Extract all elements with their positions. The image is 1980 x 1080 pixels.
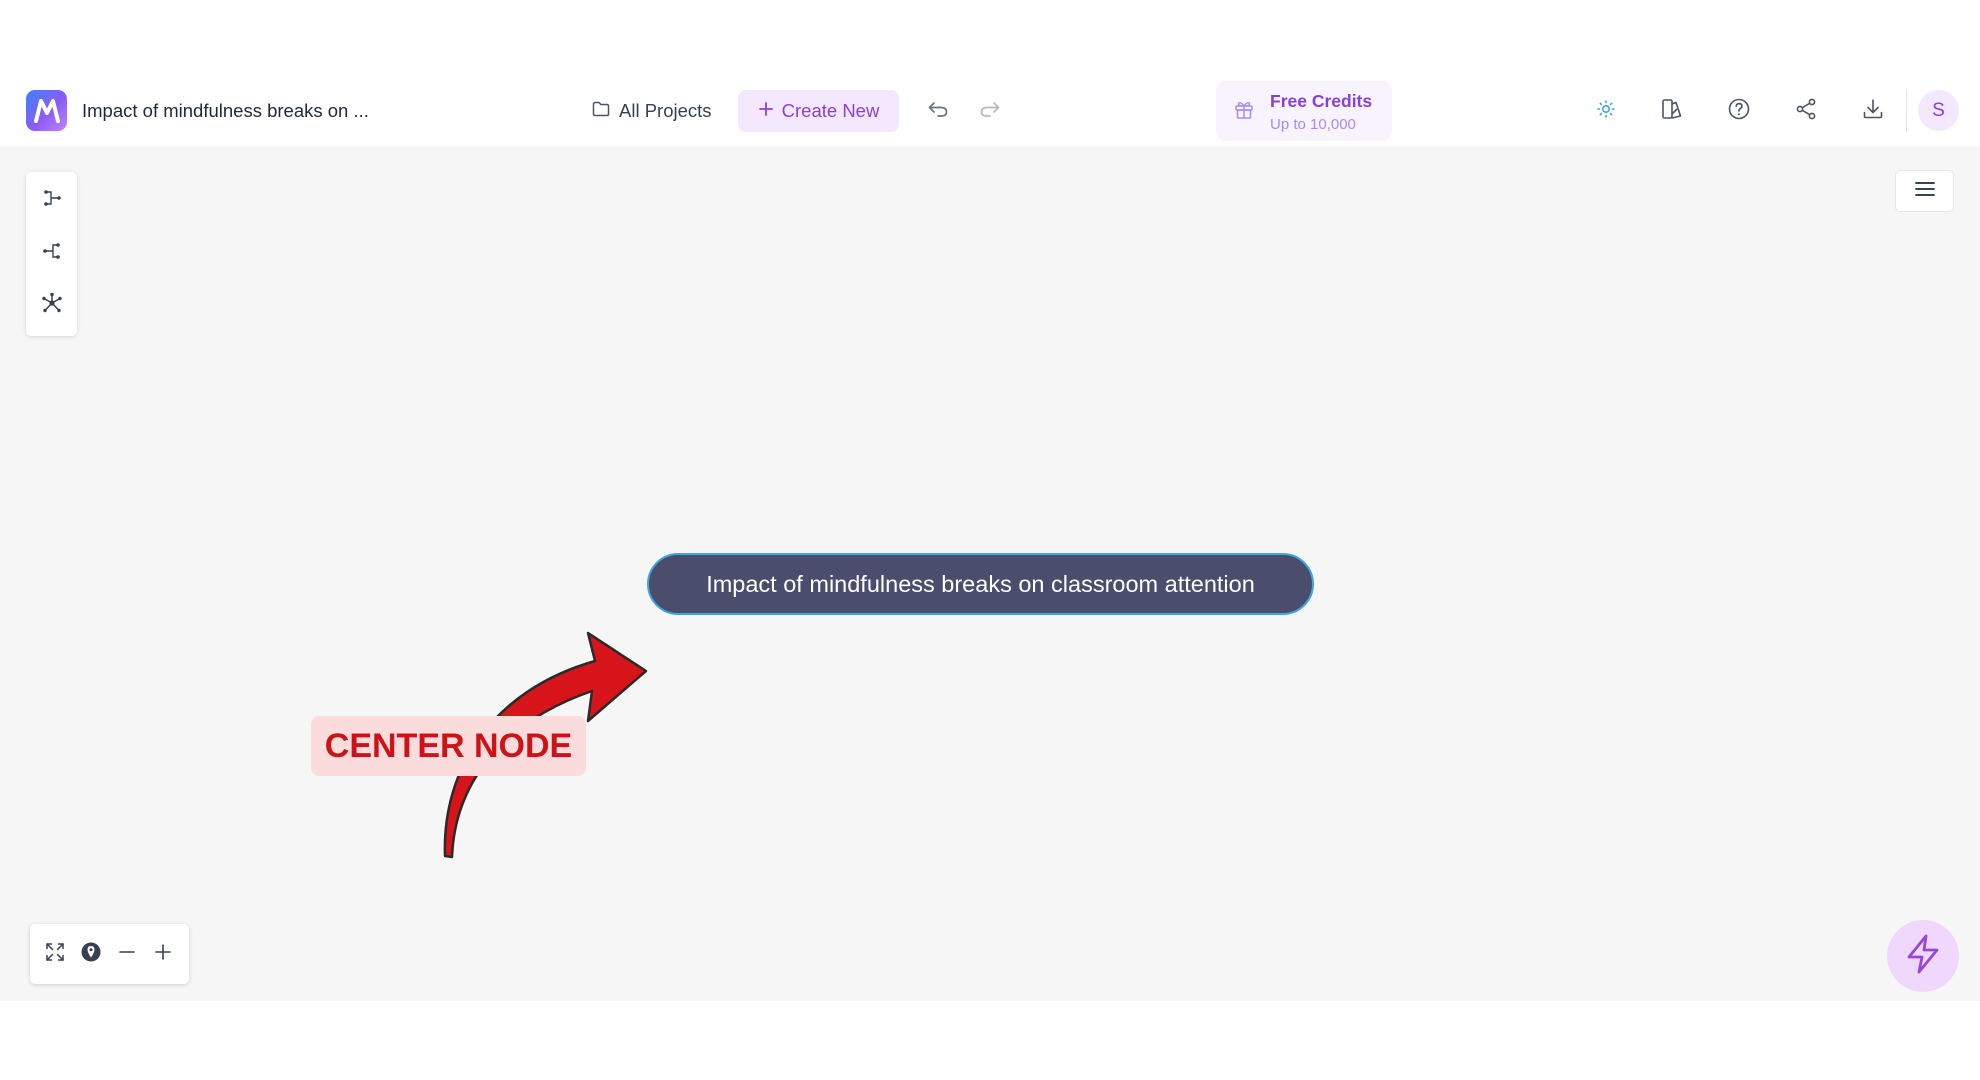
theme-toggle-button[interactable] <box>1590 95 1622 127</box>
zoom-in-icon <box>153 942 173 967</box>
theme-style-icon <box>1660 97 1684 126</box>
zoom-out-icon <box>117 942 137 967</box>
undo-icon <box>927 100 949 123</box>
layout-left-icon <box>42 241 62 266</box>
share-icon <box>1794 97 1818 126</box>
document-title[interactable]: Impact of mindfulness breaks on ... <box>82 100 369 122</box>
layout-left-button[interactable] <box>37 238 67 268</box>
undo-button[interactable] <box>923 96 953 126</box>
help-button[interactable] <box>1723 95 1755 127</box>
fit-screen-icon <box>45 942 65 967</box>
mind-map-canvas[interactable]: Impact of mindfulness breaks on classroo… <box>0 146 1980 1001</box>
annotation-arrow <box>443 631 648 859</box>
credits-title: Free Credits <box>1270 91 1373 111</box>
lightning-icon <box>1903 933 1943 980</box>
app-logo-icon[interactable] <box>26 90 67 131</box>
plus-icon <box>758 100 774 122</box>
style-button[interactable] <box>1656 95 1688 127</box>
hamburger-icon <box>1914 180 1936 203</box>
sun-icon <box>1596 99 1616 124</box>
redo-button[interactable] <box>975 96 1005 126</box>
zoom-out-button[interactable] <box>112 939 142 969</box>
header-divider <box>1906 90 1907 132</box>
credits-subtitle: Up to 10,000 <box>1270 116 1356 133</box>
canvas-menu-button[interactable] <box>1895 170 1954 212</box>
zoom-in-button[interactable] <box>148 939 178 969</box>
top-header: Impact of mindfulness breaks on ... All … <box>0 76 1980 146</box>
create-new-label: Create New <box>781 100 880 121</box>
share-button[interactable] <box>1790 95 1822 127</box>
download-button[interactable] <box>1857 95 1889 127</box>
download-icon <box>1861 97 1885 126</box>
all-projects-label: All Projects <box>619 100 712 121</box>
fit-screen-button[interactable] <box>40 939 70 969</box>
help-icon <box>1727 97 1751 126</box>
layout-radial-icon <box>41 292 63 319</box>
folder-icon <box>592 100 610 122</box>
layout-right-button[interactable] <box>37 185 67 215</box>
mind-map-app: Impact of mindfulness breaks on ... All … <box>0 0 1980 1080</box>
ai-assistant-button[interactable] <box>1887 920 1959 992</box>
all-projects-button[interactable]: All Projects <box>592 96 712 126</box>
locate-icon <box>80 941 102 968</box>
locate-button[interactable] <box>76 939 106 969</box>
zoom-controls <box>30 924 189 984</box>
gift-icon <box>1234 100 1254 125</box>
user-avatar[interactable]: S <box>1918 90 1959 131</box>
redo-icon <box>979 100 1001 123</box>
layout-toolbar <box>26 172 77 336</box>
free-credits-button[interactable]: Free Credits Up to 10,000 <box>1216 81 1392 141</box>
annotation-label: CENTER NODE <box>311 716 586 776</box>
layout-radial-button[interactable] <box>37 290 67 320</box>
center-node[interactable]: Impact of mindfulness breaks on classroo… <box>647 553 1314 615</box>
create-new-button[interactable]: Create New <box>738 90 899 132</box>
layout-right-icon <box>42 188 62 213</box>
